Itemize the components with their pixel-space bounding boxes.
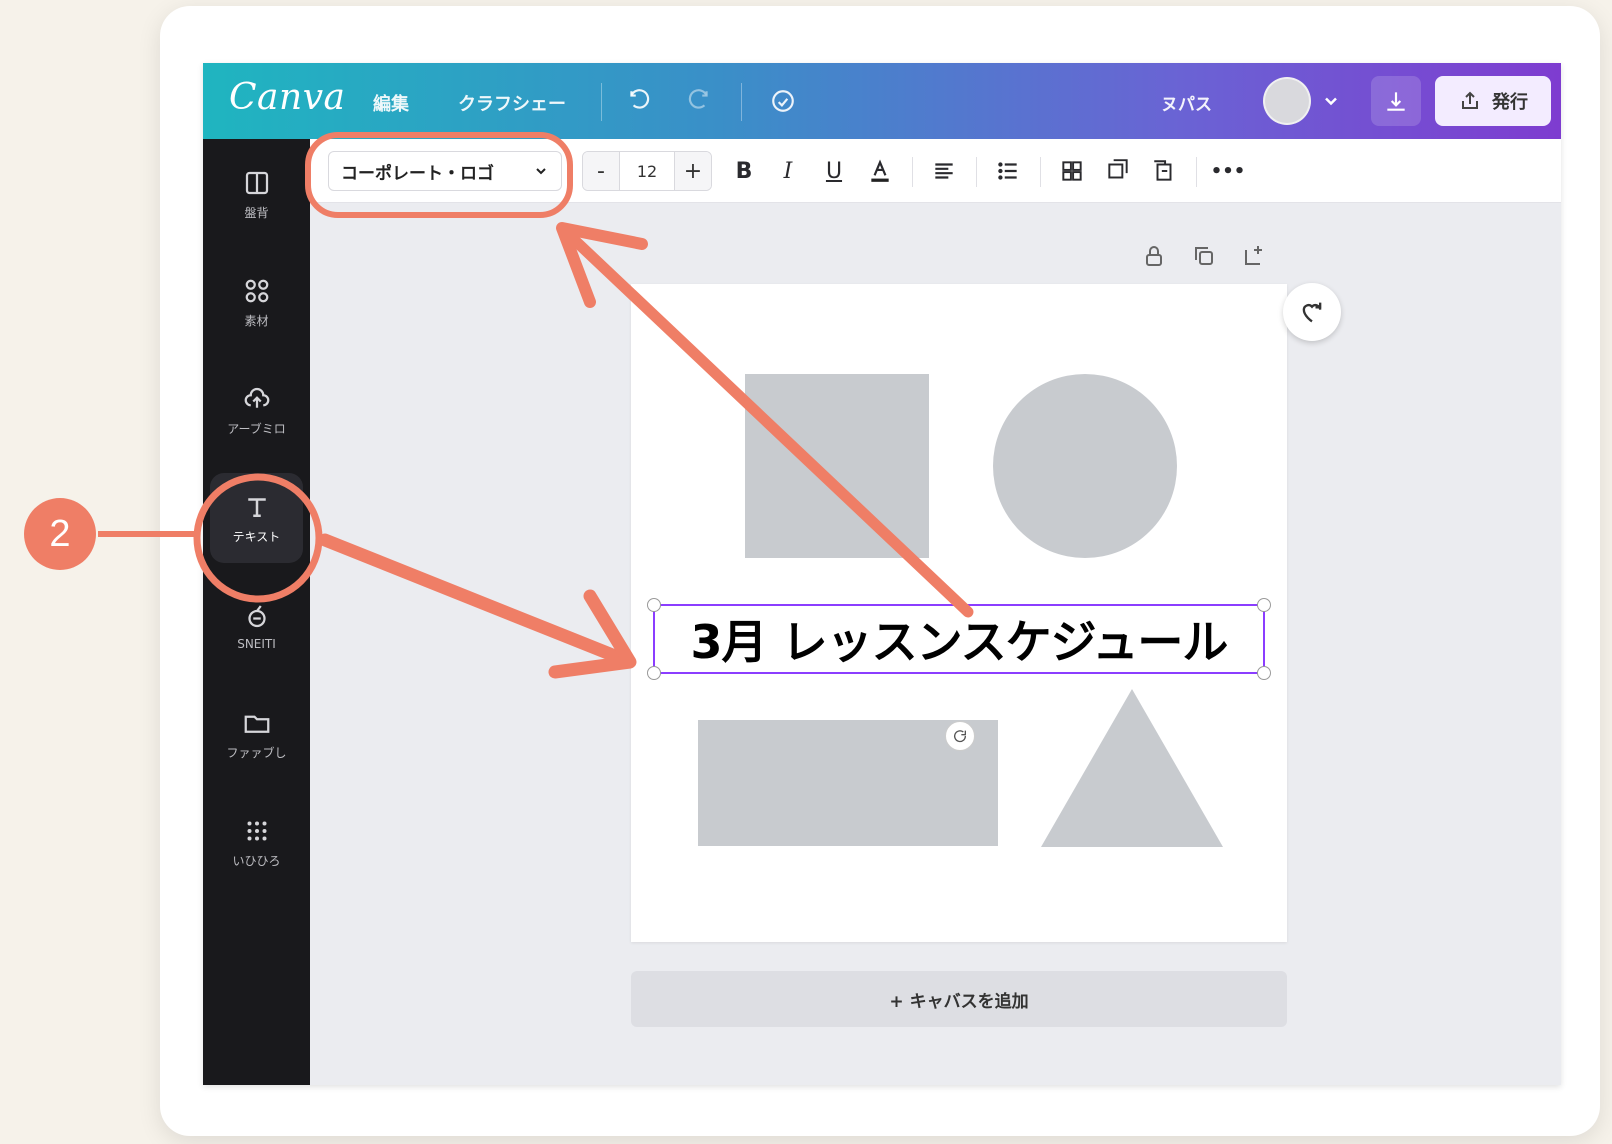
- divider: [601, 83, 602, 121]
- animate-button[interactable]: [1146, 153, 1182, 189]
- upload-icon: [244, 387, 269, 408]
- download-icon: [1387, 92, 1405, 111]
- underline-button[interactable]: U: [816, 153, 852, 189]
- bold-button[interactable]: B: [726, 153, 762, 189]
- sidebar-item-label: 素材: [244, 313, 269, 328]
- sidebar-item-projects[interactable]: ファァブし: [203, 689, 310, 779]
- canva-editor: Canva 編集 クラフシェー ヌパス 発行 盤背 素材 アーブミロ テキスト …: [203, 63, 1561, 1085]
- animate-icon: [1154, 160, 1172, 181]
- spacing-button[interactable]: [1054, 153, 1090, 189]
- font-size-stepper: - 12 +: [582, 151, 712, 191]
- duplicate-icon[interactable]: [1189, 241, 1219, 271]
- selected-text-box[interactable]: 3月 レッスンスケジュール: [647, 598, 1271, 680]
- apps-icon: [247, 821, 266, 840]
- resize-handle[interactable]: [1257, 666, 1271, 680]
- sidebar-item-label: テキスト: [232, 529, 281, 544]
- share-button[interactable]: 発行: [1435, 76, 1551, 126]
- square-shape[interactable]: [745, 374, 929, 558]
- sidebar-item-label: いひひろ: [232, 853, 281, 868]
- effects-button[interactable]: [1100, 153, 1136, 189]
- chevron-down-icon: [536, 168, 546, 175]
- sidebar-item-label: ファァブし: [226, 745, 287, 760]
- rotate-handle[interactable]: [945, 721, 975, 751]
- cloud-sync-icon[interactable]: [765, 83, 801, 119]
- chevron-down-icon[interactable]: [1321, 91, 1341, 111]
- font-size-input[interactable]: 12: [619, 152, 675, 190]
- triangle-shape[interactable]: [1041, 689, 1223, 847]
- rotate-icon: [954, 730, 967, 743]
- effects-icon: [1108, 159, 1128, 179]
- decrease-font-size-button[interactable]: -: [583, 152, 619, 190]
- canva-logo[interactable]: Canva: [229, 77, 346, 118]
- download-button[interactable]: [1371, 76, 1421, 126]
- sidebar-item-text[interactable]: テキスト: [210, 473, 303, 563]
- text-toolbar: コーポレート・ロゴ - 12 + B I U •••: [310, 139, 1561, 203]
- undo-icon[interactable]: [621, 83, 657, 119]
- sidebar-item-brand[interactable]: SNEITI: [203, 581, 310, 671]
- refresh-heart-icon: [1302, 302, 1322, 323]
- menu-workflow[interactable]: クラフシェー: [458, 90, 566, 116]
- list-icon: [998, 162, 1017, 180]
- add-page-button[interactable]: + キャバスを追加: [631, 971, 1287, 1027]
- folder-icon: [244, 715, 269, 733]
- more-options-button[interactable]: •••: [1210, 153, 1246, 189]
- circle-shape[interactable]: [993, 374, 1177, 558]
- divider: [1040, 157, 1041, 187]
- divider: [912, 157, 913, 187]
- divider: [976, 157, 977, 187]
- step-badge: 2: [24, 498, 96, 570]
- resize-handle[interactable]: [647, 666, 661, 680]
- share-label: 発行: [1492, 92, 1528, 113]
- sidebar-item-label: SNEITI: [237, 637, 276, 651]
- resize-handle[interactable]: [647, 598, 661, 612]
- brand-icon: [247, 605, 266, 628]
- sidebar-item-elements[interactable]: 素材: [203, 257, 310, 347]
- divider: [1196, 157, 1197, 187]
- italic-button[interactable]: I: [770, 153, 806, 189]
- heading-text[interactable]: 3月 レッスンスケジュール: [691, 606, 1229, 672]
- design-page[interactable]: 3月 レッスンスケジュール: [631, 284, 1287, 942]
- magic-button[interactable]: [1283, 283, 1341, 341]
- divider: [741, 83, 742, 121]
- add-page-icon[interactable]: [1239, 241, 1269, 271]
- elements-icon: [245, 279, 268, 302]
- increase-font-size-button[interactable]: +: [675, 152, 711, 190]
- text-color-button[interactable]: [862, 153, 898, 189]
- layout-icon: [245, 171, 268, 194]
- redo-icon[interactable]: [681, 83, 717, 119]
- font-family-dropdown[interactable]: コーポレート・ロゴ: [328, 151, 562, 191]
- avatar[interactable]: [1263, 77, 1311, 125]
- sidebar-item-uploads[interactable]: アーブミロ: [203, 365, 310, 455]
- align-left-icon: [935, 163, 953, 179]
- resize-handle[interactable]: [1257, 598, 1271, 612]
- sidebar: 盤背 素材 アーブミロ テキスト SNEITI ファァブし いひひろ: [203, 139, 310, 1085]
- text-icon: [247, 497, 266, 517]
- plan-label[interactable]: ヌパス: [1161, 90, 1212, 115]
- menu-edit[interactable]: 編集: [373, 90, 409, 116]
- sidebar-item-label: 盤背: [244, 205, 269, 220]
- sidebar-item-apps[interactable]: いひひろ: [203, 797, 310, 887]
- lock-icon[interactable]: [1139, 241, 1169, 271]
- align-button[interactable]: [926, 153, 962, 189]
- top-bar: Canva 編集 クラフシェー ヌパス 発行: [203, 63, 1561, 139]
- spacing-icon: [1062, 161, 1082, 181]
- sidebar-item-layout[interactable]: 盤背: [203, 149, 310, 239]
- share-icon: [1462, 91, 1478, 109]
- text-color-icon: [871, 159, 889, 182]
- list-button[interactable]: [990, 153, 1026, 189]
- sidebar-item-label: アーブミロ: [227, 421, 286, 436]
- font-family-value: コーポレート・ロゴ: [341, 163, 494, 184]
